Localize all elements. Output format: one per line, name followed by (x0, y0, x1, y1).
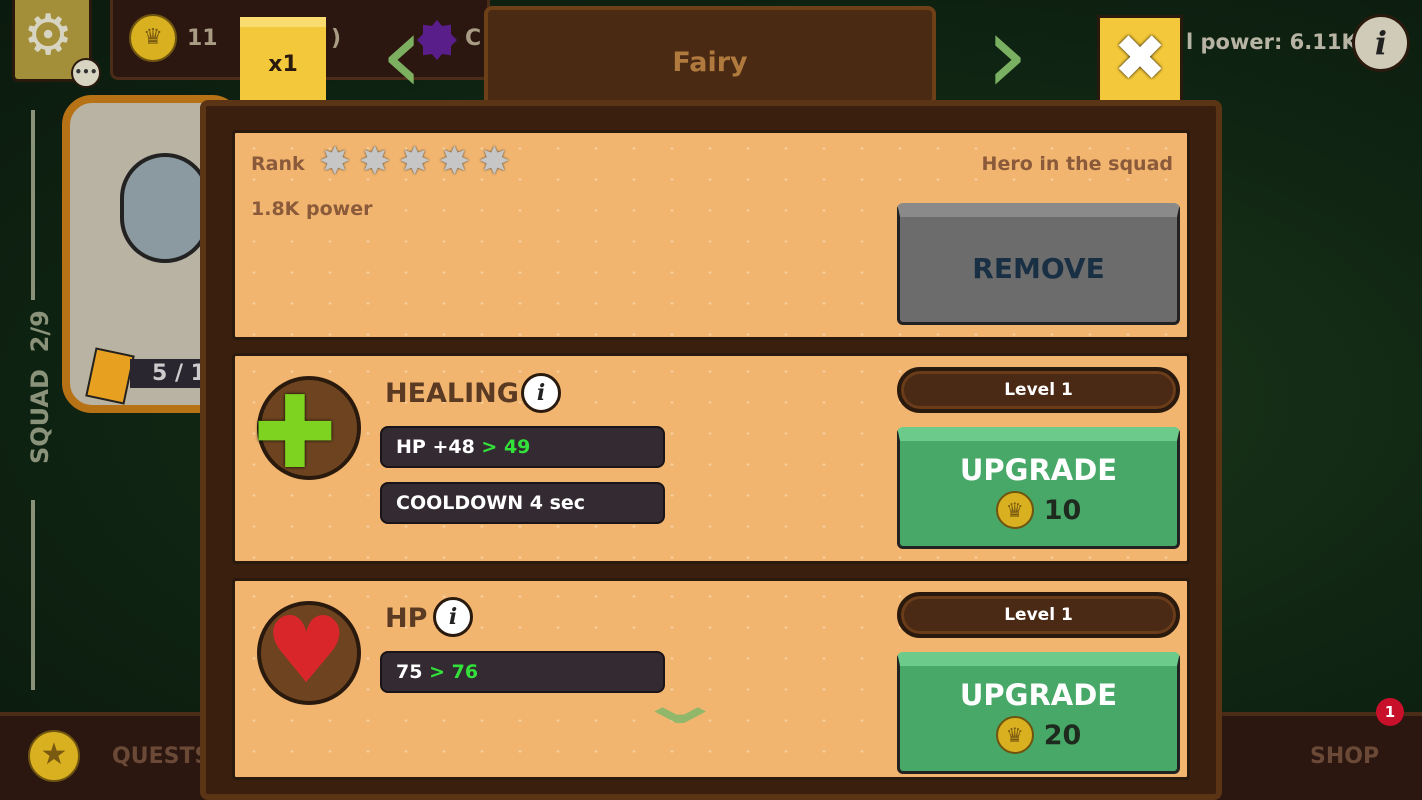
crown-coin-icon: ♛ (129, 14, 177, 62)
skill-level: Level 1 (897, 367, 1180, 413)
spear-bottom-decoration (31, 500, 35, 690)
skill-stat: COOLDOWN 4 sec (380, 482, 665, 524)
rank-stars: ✸ ✸ ✸ ✸ ✸ (319, 141, 510, 181)
hero-power: 1.8K power (251, 198, 373, 220)
crown-coin-count: 11 (187, 26, 218, 51)
hero-card-icon (85, 347, 135, 405)
squad-text: SQUAD (26, 369, 54, 464)
multiplier-button[interactable]: x1 (240, 17, 326, 103)
fairy-portrait (120, 153, 210, 263)
crown-coin-icon: ♛ (995, 491, 1034, 529)
settings-button[interactable]: ⚙ ••• (12, 0, 101, 88)
shop-badge: 1 (1376, 698, 1404, 726)
close-icon: ✖ (1113, 22, 1167, 96)
upgrade-label: UPGRADE (959, 678, 1118, 712)
squad-label: SQUAD 2/9 (26, 310, 54, 464)
stat-value: HP +48 (396, 436, 475, 458)
quests-tab[interactable]: QUESTS (112, 744, 210, 769)
skill-level: Level 1 (897, 592, 1180, 638)
upgrade-hp-button[interactable]: UPGRADE ♛ 20 (897, 652, 1180, 774)
upgrade-label: UPGRADE (959, 453, 1118, 487)
stat-value: 75 (396, 661, 423, 683)
remove-button[interactable]: REMOVE (897, 203, 1180, 325)
second-currency-count: ) (331, 26, 342, 51)
heart-icon: ♥ (257, 601, 361, 705)
ellipsis-icon: ••• (71, 58, 101, 88)
skill-stat: HP +48 > 49 (380, 426, 665, 468)
upgrade-healing-button[interactable]: UPGRADE ♛ 10 (897, 427, 1180, 549)
next-hero-arrow[interactable]: › (985, 0, 1029, 109)
skill-name: HEALING (385, 378, 519, 409)
green-cross-icon: ✚ (253, 376, 361, 483)
stat-next-value: > 49 (474, 436, 531, 458)
skill-info-button[interactable]: i (521, 373, 561, 413)
gear-icon: ⚙ (23, 3, 74, 68)
star-icon: ✸ (478, 139, 511, 183)
previous-hero-arrow[interactable]: ‹ (380, 0, 424, 109)
quests-medal-icon: ★ (28, 730, 80, 782)
skill-stat: 75 > 76 (380, 651, 665, 693)
upgrade-cost: 20 (1043, 719, 1082, 751)
rank-label: Rank (251, 153, 305, 175)
star-icon: ✸ (358, 139, 391, 183)
stat-next-value: > 76 (422, 661, 479, 683)
upgrade-cost: 10 (1043, 494, 1082, 526)
skill-name: HP (385, 603, 428, 634)
skill-info-button[interactable]: i (433, 597, 473, 637)
crown-coin-icon: ♛ (995, 716, 1034, 754)
squad-count: 2/9 (26, 310, 54, 353)
scroll-down-chevron-icon[interactable]: ⌄ (632, 668, 728, 738)
spear-top-decoration (31, 110, 35, 300)
shop-tab[interactable]: SHOP (1310, 744, 1379, 769)
star-icon: ✸ (319, 139, 351, 183)
star-icon: ✸ (398, 139, 431, 183)
star-icon: ✸ (438, 139, 471, 183)
total-power: l power: 6.11K (1186, 30, 1358, 54)
info-button[interactable]: i (1352, 14, 1410, 72)
close-button[interactable]: ✖ (1097, 15, 1183, 103)
stat-value: COOLDOWN 4 sec (396, 492, 586, 514)
hero-title-panel: Fairy (484, 6, 936, 106)
squad-status: Hero in the squad (981, 153, 1173, 175)
gem-count: C (465, 26, 482, 51)
